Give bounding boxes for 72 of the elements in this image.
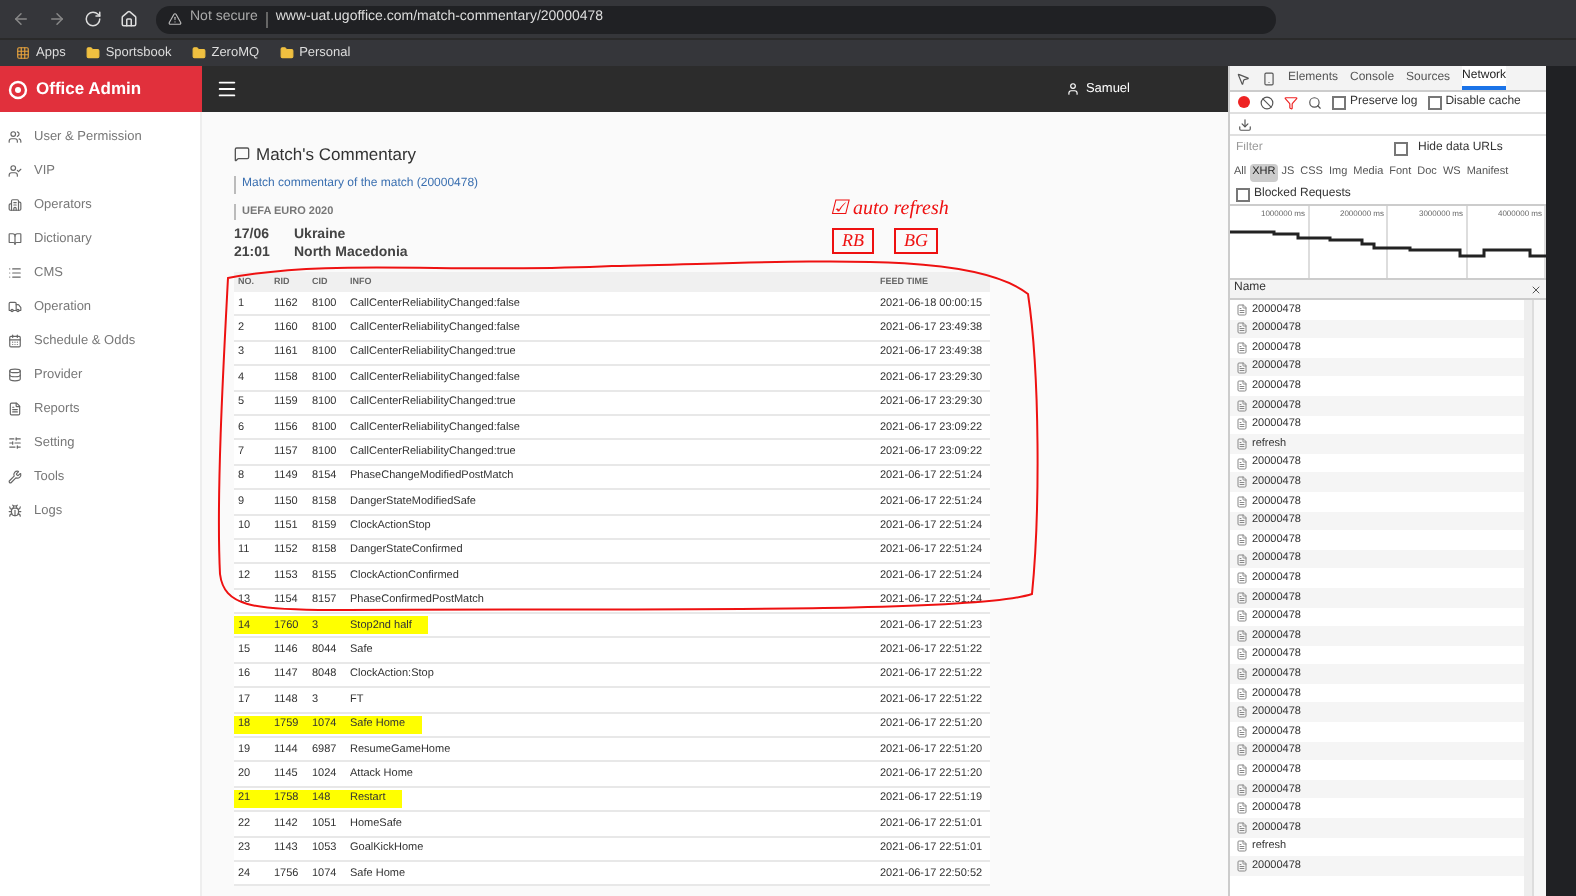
close-icon[interactable] — [1530, 283, 1542, 295]
sidebar-icon — [8, 334, 22, 348]
device-icon[interactable] — [1262, 71, 1276, 85]
checkbox[interactable] — [1236, 187, 1250, 201]
sidebar-icon — [8, 164, 22, 178]
reload-icon[interactable] — [84, 10, 102, 28]
file-icon — [1236, 860, 1248, 873]
file-icon — [1236, 322, 1248, 335]
file-icon — [1236, 476, 1248, 489]
file-icon — [1236, 361, 1248, 374]
folder-icon — [191, 46, 206, 60]
checkbox[interactable] — [1332, 95, 1346, 109]
handwritten-note: ☑ auto refresh — [830, 196, 949, 224]
folder-icon — [279, 46, 294, 60]
file-icon — [1236, 648, 1248, 661]
record-icon[interactable] — [1238, 96, 1250, 108]
search-icon[interactable] — [1308, 95, 1322, 109]
clear-icon[interactable] — [1260, 95, 1274, 109]
checkbox[interactable] — [1394, 142, 1408, 156]
home-icon[interactable] — [120, 10, 138, 28]
handwritten-tag: BG — [894, 228, 938, 254]
file-icon — [1236, 341, 1248, 354]
warning-icon — [168, 12, 182, 26]
file-icon — [1236, 744, 1248, 757]
apps-grid-icon — [16, 46, 30, 60]
sidebar-icon — [8, 198, 22, 212]
folder-icon — [85, 46, 100, 60]
menu-icon[interactable] — [216, 78, 238, 100]
file-icon — [1236, 725, 1248, 738]
sidebar-icon — [8, 300, 22, 314]
file-icon — [1236, 572, 1248, 585]
file-icon — [1236, 553, 1248, 566]
sidebar-icon — [8, 368, 22, 382]
file-icon — [1236, 495, 1248, 508]
comment-icon — [234, 146, 250, 163]
user-icon — [1065, 82, 1080, 96]
file-icon — [1236, 764, 1248, 777]
file-icon — [1236, 629, 1248, 642]
file-icon — [1236, 514, 1248, 527]
sidebar-icon — [8, 402, 22, 416]
download-icon[interactable] — [1238, 117, 1252, 131]
file-icon — [1236, 687, 1248, 700]
file-icon — [1236, 821, 1248, 834]
file-icon — [1236, 437, 1248, 450]
sidebar-icon — [8, 470, 22, 484]
file-icon — [1236, 533, 1248, 546]
app-title: Office Admin — [36, 76, 142, 102]
sidebar-icon — [8, 436, 22, 450]
forward-icon[interactable] — [48, 10, 66, 28]
inspect-icon[interactable] — [1236, 71, 1250, 85]
file-icon — [1236, 706, 1248, 719]
ball-logo-icon — [8, 79, 28, 99]
sidebar-icon — [8, 504, 22, 518]
file-icon — [1236, 840, 1248, 853]
sidebar-icon — [8, 130, 22, 144]
file-icon — [1236, 591, 1248, 604]
file-icon — [1236, 668, 1248, 681]
file-icon — [1236, 399, 1248, 412]
file-icon — [1236, 418, 1248, 431]
file-icon — [1236, 610, 1248, 623]
sidebar-icon — [8, 266, 22, 280]
page-title: Match's Commentary — [256, 142, 417, 168]
filter-icon[interactable] — [1284, 95, 1298, 109]
file-icon — [1236, 380, 1248, 393]
checkbox[interactable] — [1427, 95, 1442, 109]
sidebar-icon — [8, 232, 22, 246]
handwritten-tag: RB — [832, 228, 874, 254]
back-icon[interactable] — [12, 10, 30, 28]
file-icon — [1236, 802, 1248, 815]
file-icon — [1236, 457, 1248, 470]
file-icon — [1236, 783, 1248, 796]
file-icon — [1236, 303, 1248, 316]
